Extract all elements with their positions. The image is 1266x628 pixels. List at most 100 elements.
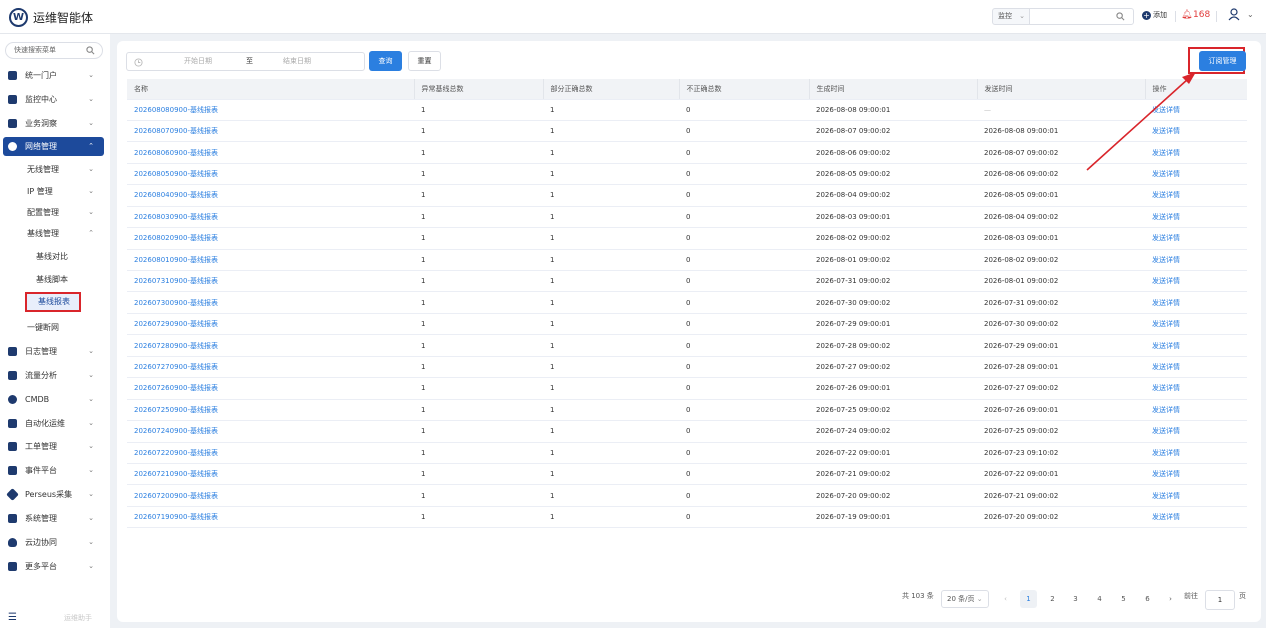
goto-page-input[interactable]: 1 xyxy=(1205,590,1235,610)
column-header-sent[interactable]: 发送时间 xyxy=(976,79,1145,100)
sidebar-item-ticket[interactable]: 工单管理 ⌄ xyxy=(3,437,104,456)
sidebar-item-more[interactable]: 更多平台 ⌄ xyxy=(3,557,104,576)
page-3[interactable]: 3 xyxy=(1067,590,1084,608)
send-details-link[interactable]: 发送详情 xyxy=(1145,184,1247,207)
send-details-link[interactable]: 发送详情 xyxy=(1145,334,1247,357)
monitor-select[interactable]: 监控 ⌄ xyxy=(992,8,1030,25)
report-name-link[interactable]: 202608010900-基线报表 xyxy=(127,249,414,272)
sidebar-item-event[interactable]: 事件平台 ⌄ xyxy=(3,461,104,480)
user-icon[interactable] xyxy=(1228,8,1240,23)
send-details-link[interactable]: 发送详情 xyxy=(1145,377,1247,400)
sidebar-item-perseus[interactable]: Perseus采集 ⌄ xyxy=(3,485,104,504)
column-header-abnormal[interactable]: 异常基线总数 xyxy=(413,79,543,100)
prev-page-button[interactable]: ‹ xyxy=(997,590,1014,608)
collapse-menu-icon[interactable]: ☰ xyxy=(8,612,17,623)
send-details-link[interactable]: 发送详情 xyxy=(1145,206,1247,229)
table-row: 202607290900-基线报表 1 1 0 2026-07-29 09:00:01 2… xyxy=(127,313,1247,336)
sidebar-item-business[interactable]: 业务洞察 ⌄ xyxy=(3,114,104,133)
report-name-link[interactable]: 202607190900-基线报表 xyxy=(127,506,414,529)
start-date-input[interactable]: 开始日期 xyxy=(184,53,212,70)
add-button[interactable]: + 添加 xyxy=(1142,10,1167,20)
column-header-name[interactable]: 名称 xyxy=(127,79,414,100)
report-name-link[interactable]: 202608040900-基线报表 xyxy=(127,184,414,207)
app-logo[interactable]: W xyxy=(9,8,28,27)
send-details-link[interactable]: 发送详情 xyxy=(1145,141,1247,164)
chevron-down-icon[interactable]: ⌄ xyxy=(1247,10,1254,19)
report-name-link[interactable]: 202608050900-基线报表 xyxy=(127,163,414,186)
send-details-link[interactable]: 发送详情 xyxy=(1145,120,1247,143)
report-name-link[interactable]: 202608030900-基线报表 xyxy=(127,206,414,229)
send-details-link[interactable]: 发送详情 xyxy=(1145,420,1247,443)
report-name-link[interactable]: 202607220900-基线报表 xyxy=(127,442,414,464)
report-name-link[interactable]: 202608070900-基线报表 xyxy=(127,120,414,143)
send-details-link[interactable]: 发送详情 xyxy=(1145,163,1247,186)
sent-time: 2026-08-02 09:00:02 xyxy=(977,249,1145,272)
sidebar-item-baseline-compare[interactable]: 基线对比 xyxy=(36,248,68,265)
send-details-link[interactable]: 发送详情 xyxy=(1145,313,1247,336)
report-name-link[interactable]: 202607300900-基线报表 xyxy=(127,291,414,314)
sidebar-item-log[interactable]: 日志管理 ⌄ xyxy=(3,342,104,361)
report-name-link[interactable]: 202607200900-基线报表 xyxy=(127,484,414,507)
page-4[interactable]: 4 xyxy=(1091,590,1108,608)
report-name-link[interactable]: 202608060900-基线报表 xyxy=(127,141,414,164)
sidebar-item-automation[interactable]: 自动化运维 ⌄ xyxy=(3,414,104,433)
sidebar-item-network[interactable]: 网络管理 ⌃ xyxy=(3,137,104,156)
sidebar-item-baseline-report[interactable]: 基线报表 xyxy=(25,292,81,312)
sidebar-item-baseline-script[interactable]: 基线脚本 xyxy=(36,271,68,288)
send-details-link[interactable]: 发送详情 xyxy=(1145,399,1247,422)
send-details-link[interactable]: 发送详情 xyxy=(1145,249,1247,272)
report-name-link[interactable]: 202607280900-基线报表 xyxy=(127,334,414,357)
report-name-link[interactable]: 202608080900-基线报表 xyxy=(127,99,414,121)
bell-icon[interactable]: 🔔︎ xyxy=(1181,10,1192,20)
search-icon[interactable] xyxy=(86,46,95,61)
date-range-picker[interactable]: 开始日期 至 结束日期 xyxy=(126,52,365,71)
sidebar-item-cloud-edge[interactable]: 云边协同 ⌄ xyxy=(3,533,104,552)
next-page-button[interactable]: › xyxy=(1162,590,1179,608)
sidebar-item-monitor[interactable]: 监控中心 ⌄ xyxy=(3,90,104,109)
report-name-link[interactable]: 202607310900-基线报表 xyxy=(127,270,414,293)
send-details-link[interactable]: 发送详情 xyxy=(1145,291,1247,314)
query-button[interactable]: 查询 xyxy=(369,51,402,71)
send-details-link[interactable]: 发送详情 xyxy=(1145,484,1247,507)
column-header-partial[interactable]: 部分正确总数 xyxy=(542,79,679,100)
sidebar-item-wireless[interactable]: 无线管理 ⌄ xyxy=(27,161,102,178)
sidebar-item-portal[interactable]: 统一门户 ⌄ xyxy=(3,66,104,85)
column-header-generated[interactable]: 生成时间 xyxy=(808,79,977,100)
page-6[interactable]: 6 xyxy=(1139,590,1156,608)
send-details-link[interactable]: 发送详情 xyxy=(1145,270,1247,293)
send-details-link[interactable]: 发送详情 xyxy=(1145,356,1247,379)
page-5[interactable]: 5 xyxy=(1115,590,1132,608)
send-details-link[interactable]: 发送详情 xyxy=(1145,463,1247,486)
end-date-input[interactable]: 结束日期 xyxy=(283,53,311,70)
sidebar-item-ip[interactable]: IP 管理 ⌄ xyxy=(27,183,102,200)
subscription-management-button[interactable]: 订阅管理 xyxy=(1199,51,1246,71)
sidebar-item-label: 配置管理 xyxy=(27,208,59,217)
send-details-link[interactable]: 发送详情 xyxy=(1145,442,1247,464)
report-name-link[interactable]: 202607240900-基线报表 xyxy=(127,420,414,443)
reset-button[interactable]: 重置 xyxy=(408,51,441,71)
report-name-link[interactable]: 202607250900-基线报表 xyxy=(127,399,414,422)
alarm-count[interactable]: 168 xyxy=(1193,10,1210,20)
sidebar-item-config[interactable]: 配置管理 ⌄ xyxy=(27,204,102,221)
sidebar-item-traffic[interactable]: 流量分析 ⌄ xyxy=(3,366,104,385)
page-2[interactable]: 2 xyxy=(1044,590,1061,608)
report-name-link[interactable]: 202608020900-基线报表 xyxy=(127,227,414,250)
send-details-link[interactable]: 发送详情 xyxy=(1145,506,1247,529)
sidebar-item-baseline[interactable]: 基线管理 ⌃ xyxy=(27,225,102,242)
search-icon[interactable] xyxy=(1116,12,1125,23)
report-name-link[interactable]: 202607290900-基线报表 xyxy=(127,313,414,336)
menu-search-input[interactable]: 快速搜索菜单 xyxy=(5,42,103,59)
sidebar-item-cmdb[interactable]: CMDB ⌄ xyxy=(3,390,104,409)
column-header-incorrect[interactable]: 不正确总数 xyxy=(678,79,809,100)
report-name-link[interactable]: 202607270900-基线报表 xyxy=(127,356,414,379)
assistant-label[interactable]: 运维助手 xyxy=(64,613,92,623)
sidebar-item-one-click-disconnect[interactable]: 一键断网 xyxy=(27,319,102,336)
report-name-link[interactable]: 202607210900-基线报表 xyxy=(127,463,414,486)
page-1[interactable]: 1 xyxy=(1020,590,1037,608)
page-size-select[interactable]: 20 条/页 ⌄ xyxy=(941,590,989,608)
sidebar-item-system[interactable]: 系统管理 ⌄ xyxy=(3,509,104,528)
send-details-link[interactable]: 发送详情 xyxy=(1145,227,1247,250)
header-search-input[interactable] xyxy=(1029,8,1134,25)
send-details-link[interactable]: 发送详情 xyxy=(1145,99,1247,121)
report-name-link[interactable]: 202607260900-基线报表 xyxy=(127,377,414,400)
